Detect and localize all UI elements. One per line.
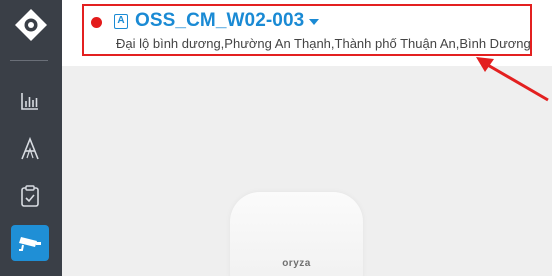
eye-logo-icon[interactable]: [13, 7, 49, 43]
letter-a-icon: [21, 137, 39, 160]
camera-address: Đại lộ bình dương,Phường An Thạnh,Thành …: [116, 36, 531, 51]
device-brand-label: oryza: [282, 258, 311, 269]
sidebar-item-cameras[interactable]: [11, 225, 49, 261]
status-indicator: [91, 17, 102, 28]
annotation-arrow-icon: [476, 57, 549, 102]
clipboard-check-icon: [21, 185, 39, 207]
chevron-down-icon[interactable]: [309, 19, 319, 25]
sidebar: [0, 0, 62, 276]
camera-name-dropdown[interactable]: OSS_CM_W02-003: [135, 10, 304, 32]
bar-chart-icon: [21, 93, 38, 110]
camera-type-badge: A: [114, 14, 128, 29]
sidebar-item-reports[interactable]: [11, 83, 49, 119]
sidebar-item-tasks[interactable]: [11, 178, 49, 214]
camera-icon: [19, 237, 41, 251]
sidebar-divider: [10, 60, 48, 61]
sidebar-item-analytics[interactable]: [11, 131, 49, 167]
camera-device-image: oryza: [230, 192, 363, 276]
camera-info-highlight: A OSS_CM_W02-003 Đại lộ bình dương,Phườn…: [82, 4, 532, 56]
